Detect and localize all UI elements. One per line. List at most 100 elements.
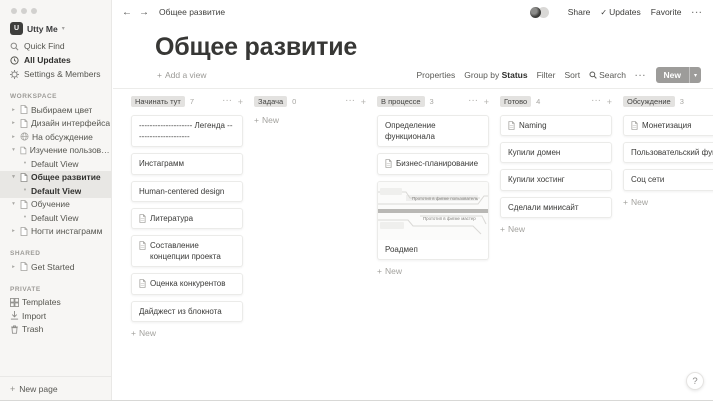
add-card-button[interactable]: + New [377,266,489,276]
toolbar-more-icon[interactable]: ··· [635,70,647,80]
toggle-collapsed-icon[interactable]: ▸ [10,107,17,113]
add-card-button[interactable]: + New [131,328,243,338]
column-more-icon[interactable]: ··· [469,98,479,105]
search-icon [10,42,19,50]
card-sdelali-minisait[interactable]: Сделали минисайт [500,196,612,218]
column-name[interactable]: Готово [500,96,532,107]
sidebar-item-vybiraem-cvet[interactable]: ▸ Выбираем цвет [0,103,111,117]
sidebar-item-import[interactable]: Import [0,309,111,323]
column-add-icon[interactable]: + [361,97,366,107]
card-biznes-planirovanie[interactable]: Бизнес-планирование [377,153,489,175]
add-view-button[interactable]: + Add a view [157,70,207,80]
sidebar-item-default-view-1[interactable]: • Default View [0,157,111,171]
updates-label: Updates [609,7,641,17]
card-literatura[interactable]: Литература [131,207,243,229]
item-label: Выбираем цвет [31,104,93,115]
column-add-icon[interactable]: + [484,97,489,107]
filter-button[interactable]: Filter [537,70,556,80]
sidebar-item-trash[interactable]: Trash [0,323,111,337]
card-kupili-domen[interactable]: Купили домен [500,142,612,164]
card-kupili-hosting[interactable]: Купили хостинг [500,169,612,191]
group-by-button[interactable]: Group by Status [464,70,527,80]
page-title[interactable]: Общее развитие [155,33,357,62]
kanban-board: Начинать тут 7 ··· + -------------------… [113,89,713,400]
column-name[interactable]: Начинать тут [131,96,185,107]
sidebar-item-obshchee-razvitie[interactable]: ▾ Общее развитие [0,170,111,184]
section-private: PRIVATE [10,285,41,293]
item-label: Общее развитие [31,172,101,183]
card-sostavlenie-koncepcii[interactable]: Составление концепции проекта [131,234,243,268]
toggle-collapsed-icon[interactable]: ▸ [10,228,17,234]
card-instagramm[interactable]: Инстаграмм [131,153,243,175]
sidebar-item-izuchenie-polzovatelei[interactable]: ▾ Изучение пользовател... [0,144,111,158]
column-add-icon[interactable]: + [238,97,243,107]
bullet-icon: • [23,187,27,195]
column-count: 4 [536,97,541,106]
add-card-button[interactable]: + New [254,115,366,125]
window-minimize-icon[interactable] [21,8,27,14]
card-monetizaciya[interactable]: Монетизация [623,115,713,137]
card-daidzhest[interactable]: Дайджест из блокнота [131,300,243,322]
card-polzovatelskii-funkcional[interactable]: Пользовательский функционал [623,142,713,164]
toggle-collapsed-icon[interactable]: ▸ [10,120,17,126]
more-options-icon[interactable]: ··· [692,7,704,17]
section-shared: SHARED [10,250,41,257]
add-card-button[interactable]: + New [500,224,612,234]
sidebar-item-nogti-instagramm[interactable]: ▸ Ногти инстаграмм [0,225,111,239]
updates-button[interactable]: ✓ Updates [600,7,640,17]
column-add-icon[interactable]: + [607,97,612,107]
chevron-down-icon[interactable]: ▾ [688,67,701,83]
sidebar-item-dizain-interfeisa[interactable]: ▸ Дизайн интерфейса [0,117,111,131]
toggle-expanded-icon[interactable]: ▾ [10,147,17,153]
workspace-switcher[interactable]: U Utty Me ▾ [0,18,111,39]
card-title: Оценка конкурентов [150,279,226,289]
window-close-icon[interactable] [11,8,17,14]
column-more-icon[interactable]: ··· [346,98,356,105]
sidebar-item-settings[interactable]: Settings & Members [0,67,111,81]
card-naming[interactable]: Naming [500,115,612,137]
new-button[interactable]: New ▾ [655,67,701,83]
toggle-expanded-icon[interactable]: ▾ [10,174,17,180]
import-icon [10,311,19,320]
back-icon[interactable]: ← [122,7,132,18]
plus-icon: + [500,223,505,234]
card-title: Соц сети [631,175,665,185]
all-updates-label: All Updates [24,55,71,65]
card-legenda[interactable]: -------------------- Легенда -----------… [131,115,243,148]
toggle-expanded-icon[interactable]: ▾ [10,201,17,207]
sidebar-item-all-updates[interactable]: All Updates [0,53,111,67]
card-ocenka-konkurentov[interactable]: Оценка конкурентов [131,273,243,295]
column-name[interactable]: Обсуждение [623,96,675,107]
search-button[interactable]: Search [589,70,626,80]
add-card-button[interactable]: + New [623,197,713,207]
help-button[interactable]: ? [686,372,704,390]
new-button-label[interactable]: New [656,67,689,83]
sidebar-item-get-started[interactable]: ▸ Get Started [0,260,111,274]
card-human-centered-design[interactable]: Human-centered design [131,180,243,202]
card-soc-seti[interactable]: Соц сети [623,169,713,191]
sidebar-item-na-obsuzhdenie[interactable]: ▸ На обсуждение [0,130,111,144]
share-button[interactable]: Share [568,7,591,17]
card-roadmep[interactable]: Прототип в фигме пользователь Прототип в… [377,180,489,260]
window-controls[interactable] [0,0,111,18]
column-more-icon[interactable]: ··· [223,98,233,105]
sidebar-item-default-view-3[interactable]: • Default View [0,211,111,225]
properties-button[interactable]: Properties [417,70,456,80]
favorite-button[interactable]: Favorite [651,7,682,17]
toggle-collapsed-icon[interactable]: ▸ [10,264,17,270]
new-page-button[interactable]: + New page [0,376,111,400]
column-name[interactable]: Задача [254,96,288,107]
toggle-collapsed-icon[interactable]: ▸ [10,134,17,140]
column-name[interactable]: В процессе [377,96,425,107]
breadcrumb[interactable]: Общее развитие [159,7,225,17]
sidebar-item-quick-find[interactable]: Quick Find [0,39,111,53]
sidebar-item-templates[interactable]: Templates [0,296,111,310]
card-opredelenie-funkcionala[interactable]: Определение функционала [377,115,489,148]
sidebar-item-obuchenie[interactable]: ▾ Обучение [0,198,111,212]
sort-button[interactable]: Sort [564,70,580,80]
forward-icon[interactable]: → [139,7,149,18]
window-zoom-icon[interactable] [31,8,37,14]
sidebar-item-default-view-2[interactable]: • Default View [0,184,111,198]
avatar[interactable] [529,6,541,18]
column-more-icon[interactable]: ··· [592,98,602,105]
